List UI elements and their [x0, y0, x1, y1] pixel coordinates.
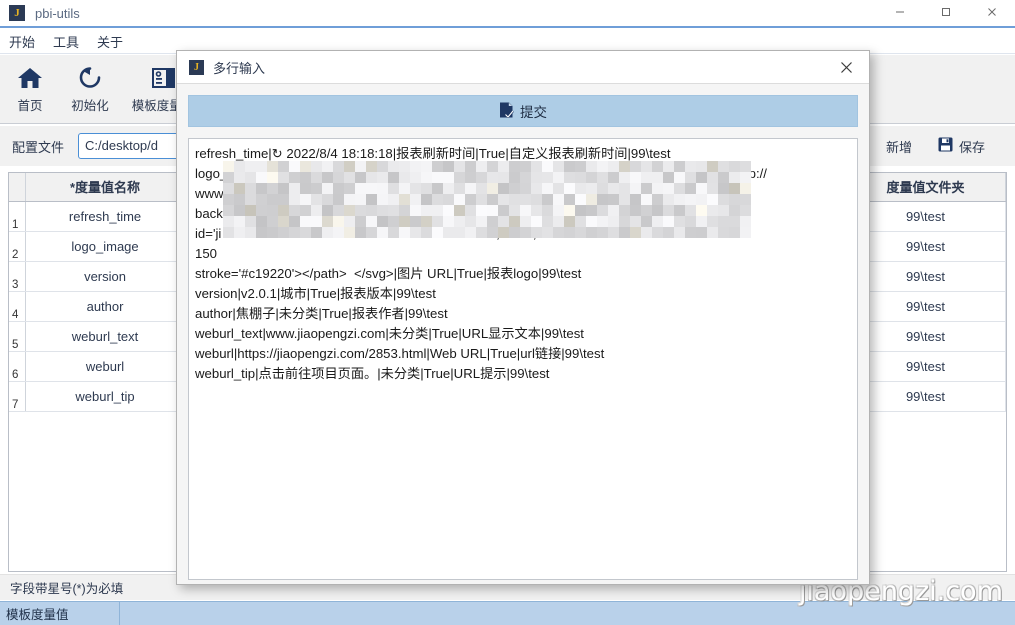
textarea-line: refresh_time|↻ 2022/8/4 18:18:18|报表刷新时间|… [195, 146, 671, 161]
textarea-line: weburl_tip|点击前往项目页面。|未分类|True|URL提示|99\t… [195, 366, 550, 381]
save-label: 保存 [958, 139, 985, 155]
textarea-line: author|焦棚子|未分类|True|报表作者|99\test [195, 306, 448, 321]
textarea-line: version|v2.0.1|城市|True|报表版本|99\test [195, 286, 436, 301]
row-index: 3 [9, 261, 26, 292]
toolbar-button-home[interactable]: 首页 [0, 59, 60, 114]
toolbar-label-home: 首页 [17, 99, 43, 113]
submit-button[interactable]: 提交 [188, 95, 858, 127]
textarea-line: weburl|https://jiaopengzi.com/2853.html|… [195, 346, 605, 361]
row-index: 2 [9, 231, 26, 262]
row-index: 4 [9, 291, 26, 322]
dialog-titlebar: J 多行输入 [177, 51, 869, 84]
submit-document-icon [499, 102, 514, 121]
add-row-button[interactable]: 新增 [886, 137, 912, 156]
cell-measure-name[interactable]: logo_image [25, 231, 186, 262]
submit-label: 提交 [520, 105, 547, 120]
textarea-content: refresh_time|↻ 2022/8/4 18:18:18|报表刷新时间|… [195, 144, 851, 384]
multiline-input-dialog: J 多行输入 提交 refresh_time|↻ 2022/8/4 18:18:… [176, 50, 870, 585]
textarea-line: www logo-svg- [195, 186, 579, 201]
cell-measure-name[interactable]: weburl_tip [25, 381, 186, 412]
cell-measure-name[interactable]: weburl [25, 351, 186, 382]
status-bar: 模板度量值 [0, 601, 1015, 625]
row-index: 7 [9, 381, 26, 412]
cell-measure-name[interactable]: weburl_text [25, 321, 186, 352]
toolbar-button-init[interactable]: 初始化 [60, 59, 120, 114]
save-icon [938, 137, 953, 155]
minimize-icon[interactable] [877, 0, 923, 25]
save-button[interactable]: 保存 [938, 137, 985, 156]
required-fields-note: 字段带星号(*)为必填 [10, 582, 124, 596]
window-titlebar: J pbi-utils [0, 0, 1015, 28]
table-header-index [9, 173, 26, 202]
cell-measure-name[interactable]: author [25, 291, 186, 322]
table-header-measure-name: *度量值名称 [25, 173, 186, 202]
menu-item-tools[interactable]: 工具 [44, 30, 88, 53]
multiline-textarea[interactable]: refresh_time|↻ 2022/8/4 18:18:18|报表刷新时间|… [188, 138, 858, 580]
add-row-label: 新增 [885, 139, 912, 155]
menu-item-start[interactable]: 开始 [0, 30, 44, 53]
textarea-line: stroke='#c19220'></path> </svg>|图片 URL|T… [195, 266, 582, 281]
config-file-label: 配置文件 [12, 139, 65, 155]
dialog-title: 多行输入 [213, 60, 266, 76]
textarea-line: 150 [195, 246, 551, 261]
dialog-logo-icon: J [189, 59, 204, 75]
row-index: 1 [9, 201, 26, 232]
row-index: 6 [9, 351, 26, 382]
dialog-body: 提交 refresh_time|↻ 2022/8/4 18:18:18|报表刷新… [177, 84, 869, 584]
textarea-line: id='ji 1 0,0 150,-30 L [195, 226, 567, 241]
home-icon [17, 64, 43, 91]
textarea-line: weburl_text|www.jiaopengzi.com|未分类|True|… [195, 326, 584, 341]
close-icon[interactable] [969, 0, 1015, 25]
application-window: J pbi-utils 开始 工具 关于 首页 初始化 模板度量值 配置文件 C… [0, 0, 1015, 625]
textarea-line: back <path [195, 206, 572, 221]
status-cell-template-measure: 模板度量值 [0, 601, 120, 625]
maximize-icon[interactable] [923, 0, 969, 25]
window-controls [877, 0, 1015, 27]
app-logo-icon: J [9, 5, 25, 21]
template-icon [151, 64, 176, 91]
menu-item-about[interactable]: 关于 [88, 30, 132, 53]
toolbar-label-init: 初始化 [71, 99, 109, 113]
cell-measure-name[interactable]: refresh_time [25, 201, 186, 232]
window-title: pbi-utils [35, 5, 80, 21]
refresh-icon [77, 64, 103, 91]
row-index: 5 [9, 321, 26, 352]
textarea-line: logo_image|<svg id='jiaopengzi-logo-svg'… [195, 166, 767, 181]
cell-measure-name[interactable]: version [25, 261, 186, 292]
dialog-close-icon[interactable] [833, 54, 859, 80]
